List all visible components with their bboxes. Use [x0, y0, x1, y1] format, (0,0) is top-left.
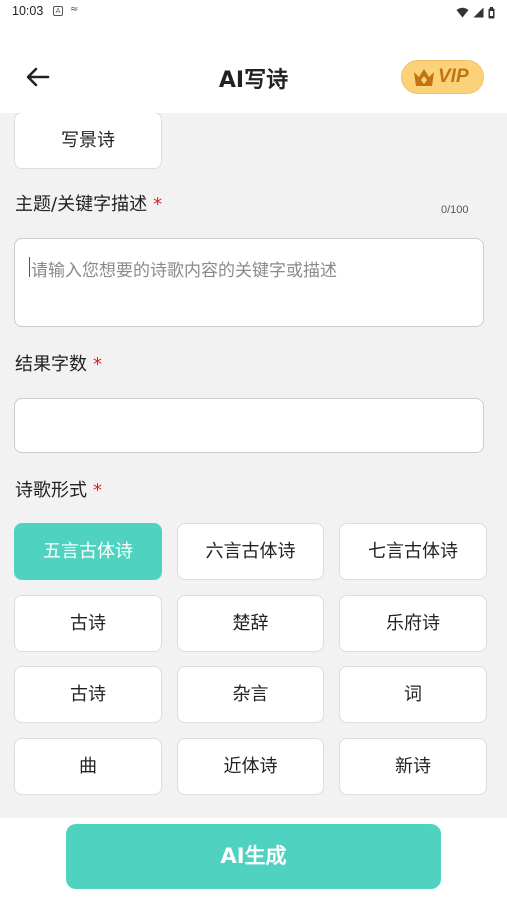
- vip-label: VIP: [438, 66, 469, 87]
- form-content: 写景诗 主题/关键字描述 * 0/100 请输入您想要的诗歌内容的关键字或描述 结…: [0, 113, 507, 818]
- form-option[interactable]: 词: [339, 666, 487, 723]
- form-option[interactable]: 七言古体诗: [339, 523, 487, 580]
- word-count-input[interactable]: [14, 398, 484, 453]
- notification-b-icon: ≈: [70, 4, 79, 15]
- status-bar: 10:03 A ≈: [0, 0, 507, 24]
- form-option[interactable]: 新诗: [339, 738, 487, 795]
- app-header: AI写诗 VIP: [0, 24, 507, 113]
- signal-icon: [473, 7, 484, 18]
- form-option[interactable]: 近体诗: [177, 738, 324, 795]
- required-mark: *: [153, 194, 163, 215]
- form-option[interactable]: 古诗: [14, 595, 162, 652]
- char-counter: 0/100: [441, 204, 469, 216]
- generate-button[interactable]: AI生成: [66, 824, 441, 889]
- form-label: 诗歌形式 *: [15, 476, 102, 502]
- count-label: 结果字数 *: [15, 350, 102, 376]
- topic-placeholder: 请输入您想要的诗歌内容的关键字或描述: [31, 261, 337, 281]
- status-indicators: [456, 5, 495, 19]
- required-mark: *: [93, 354, 102, 375]
- text-caret: [29, 257, 30, 277]
- count-label-text: 结果字数: [15, 354, 87, 375]
- form-option[interactable]: 五言古体诗: [14, 523, 162, 580]
- footer-bar: AI生成: [0, 818, 507, 901]
- required-mark: *: [93, 480, 102, 501]
- form-option[interactable]: 杂言: [177, 666, 324, 723]
- form-option[interactable]: 楚辞: [177, 595, 324, 652]
- notification-a-icon: A: [53, 6, 63, 16]
- form-option[interactable]: 六言古体诗: [177, 523, 324, 580]
- wifi-icon: [456, 7, 469, 18]
- poem-type-chip[interactable]: 写景诗: [14, 113, 162, 169]
- topic-label-text: 主题/关键字描述: [15, 194, 148, 215]
- vip-button[interactable]: VIP: [401, 60, 484, 94]
- form-option[interactable]: 曲: [14, 738, 162, 795]
- status-time: 10:03: [12, 4, 44, 18]
- topic-textarea[interactable]: 请输入您想要的诗歌内容的关键字或描述: [14, 238, 484, 327]
- form-option[interactable]: 古诗: [14, 666, 162, 723]
- battery-icon: [488, 6, 495, 18]
- form-option[interactable]: 乐府诗: [339, 595, 487, 652]
- form-label-text: 诗歌形式: [15, 480, 87, 501]
- crown-icon: [414, 69, 434, 86]
- topic-label: 主题/关键字描述 *: [15, 190, 162, 216]
